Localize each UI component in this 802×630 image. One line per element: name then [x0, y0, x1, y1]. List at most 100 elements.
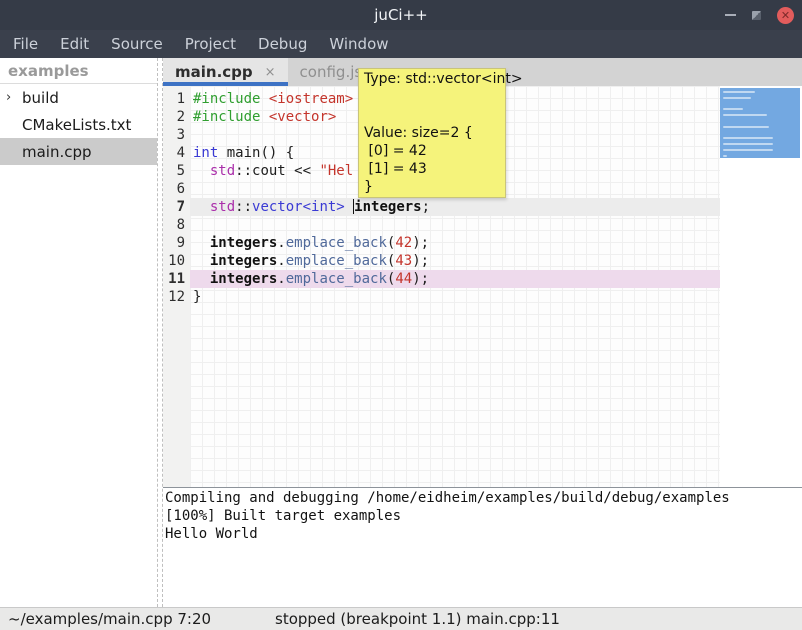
token-var: integers — [210, 271, 277, 287]
token — [193, 163, 210, 179]
token-fn: emplace_back — [286, 253, 387, 269]
token-var: integers — [354, 199, 421, 215]
token-num: 42 — [395, 235, 412, 251]
line-number[interactable]: 7 — [163, 198, 190, 216]
menu-debug[interactable]: Debug — [247, 35, 318, 53]
token-ns: std — [210, 163, 235, 179]
line-number[interactable]: 3 — [163, 126, 190, 144]
minimap-code-line — [723, 137, 773, 139]
terminal-line: Hello World — [165, 525, 802, 543]
file-tree-sidebar: examples ›build CMakeLists.txt main.cpp — [0, 58, 157, 607]
token: ; — [422, 199, 430, 215]
text-cursor — [353, 199, 354, 214]
chevron-right-icon[interactable]: › — [6, 90, 22, 105]
minimap[interactable] — [720, 86, 802, 487]
line-number[interactable]: 9 — [163, 234, 190, 252]
token: } — [193, 289, 201, 305]
sidebar-item-label: build — [22, 89, 59, 107]
code-line[interactable]: std::vector<int> integers; — [190, 198, 720, 216]
line-number[interactable]: 6 — [163, 180, 190, 198]
sidebar-item-label: main.cpp — [22, 143, 92, 161]
menu-project[interactable]: Project — [174, 35, 247, 53]
window-titlebar[interactable]: juCi++ ✕ — [0, 0, 802, 30]
token — [260, 91, 268, 107]
app-window: juCi++ ✕ FileEditSourceProjectDebugWindo… — [0, 0, 802, 630]
token-num: 43 — [395, 253, 412, 269]
token — [260, 109, 268, 125]
token — [193, 271, 210, 287]
minimap-code-line — [723, 108, 743, 110]
line-number[interactable]: 5 — [163, 162, 190, 180]
line-number[interactable]: 8 — [163, 216, 190, 234]
tab-close-icon[interactable]: × — [265, 65, 276, 80]
token-str: "Hel — [319, 163, 353, 179]
line-number[interactable]: 10 — [163, 252, 190, 270]
line-number[interactable]: 11 — [163, 270, 190, 288]
token-pp: #include — [193, 109, 260, 125]
minimap-code-line — [723, 91, 755, 93]
menu-file[interactable]: File — [2, 35, 49, 53]
tab-label: main.cpp — [175, 63, 253, 81]
token-pp: #include — [193, 91, 260, 107]
status-debug-state: stopped (breakpoint 1.1) main.cpp:11 — [275, 610, 560, 628]
restore-icon[interactable] — [752, 11, 761, 20]
minimap-code-line — [723, 126, 769, 128]
line-number[interactable]: 1 — [163, 90, 190, 108]
sidebar-header: examples — [0, 58, 157, 84]
token: main() { — [227, 145, 294, 161]
sidebar-item-build[interactable]: ›build — [0, 84, 157, 111]
window-title: juCi++ — [374, 6, 427, 24]
menu-source[interactable]: Source — [100, 35, 174, 53]
code-line[interactable]: integers.emplace_back(42); — [190, 234, 720, 252]
minimap-code-line — [723, 114, 767, 116]
sidebar-item-main-cpp[interactable]: main.cpp — [0, 138, 157, 165]
code-line[interactable]: } — [190, 288, 720, 306]
token: ); — [412, 235, 429, 251]
minimap-code-line — [723, 143, 773, 145]
status-bar: ~/examples/main.cpp 7:20 stopped (breakp… — [0, 607, 802, 630]
close-icon[interactable]: ✕ — [777, 7, 794, 24]
terminal-line: Compiling and debugging /home/eidheim/ex… — [165, 489, 802, 507]
token — [345, 199, 353, 215]
code-line[interactable]: integers.emplace_back(43); — [190, 252, 720, 270]
minimap-viewport[interactable] — [720, 88, 800, 158]
minimize-icon[interactable] — [725, 14, 736, 16]
token: . — [277, 235, 285, 251]
token: . — [277, 271, 285, 287]
token-var: integers — [210, 235, 277, 251]
line-number[interactable]: 12 — [163, 288, 190, 306]
tooltip-line — [364, 106, 500, 124]
window-controls: ✕ — [725, 0, 794, 30]
tab-main-cpp[interactable]: main.cpp × — [163, 58, 288, 86]
terminal-output[interactable]: Compiling and debugging /home/eidheim/ex… — [163, 488, 802, 607]
token: ); — [412, 271, 429, 287]
sidebar-item-cmakelists-txt[interactable]: CMakeLists.txt — [0, 111, 157, 138]
status-file-position: ~/examples/main.cpp 7:20 — [8, 610, 211, 628]
code-line[interactable] — [190, 216, 720, 234]
token-fn: emplace_back — [286, 235, 387, 251]
tooltip-line: [1] = 43 — [364, 160, 500, 178]
token: ::cout << — [235, 163, 319, 179]
menu-edit[interactable]: Edit — [49, 35, 100, 53]
line-number[interactable]: 4 — [163, 144, 190, 162]
token-type: vector<int> — [252, 199, 345, 215]
sidebar-item-label: CMakeLists.txt — [22, 116, 131, 134]
token: :: — [235, 199, 252, 215]
token — [193, 253, 210, 269]
line-number[interactable]: 2 — [163, 108, 190, 126]
terminal-line: [100%] Built target examples — [165, 507, 802, 525]
tooltip-line: Value: size=2 { — [364, 124, 500, 142]
line-number-gutter[interactable]: 123456789101112 — [163, 86, 190, 487]
token — [193, 235, 210, 251]
token-str: <iostream> — [269, 91, 353, 107]
debug-value-tooltip: Type: std::vector<int> Value: size=2 { [… — [358, 68, 506, 198]
token-fn: emplace_back — [286, 271, 387, 287]
menu-window[interactable]: Window — [318, 35, 399, 53]
token — [193, 199, 210, 215]
minimap-code-line — [723, 149, 773, 151]
minimap-code-line — [723, 97, 751, 99]
code-line[interactable]: integers.emplace_back(44); — [190, 270, 720, 288]
token: . — [277, 253, 285, 269]
tooltip-line: } — [364, 178, 500, 196]
token-num: 44 — [395, 271, 412, 287]
